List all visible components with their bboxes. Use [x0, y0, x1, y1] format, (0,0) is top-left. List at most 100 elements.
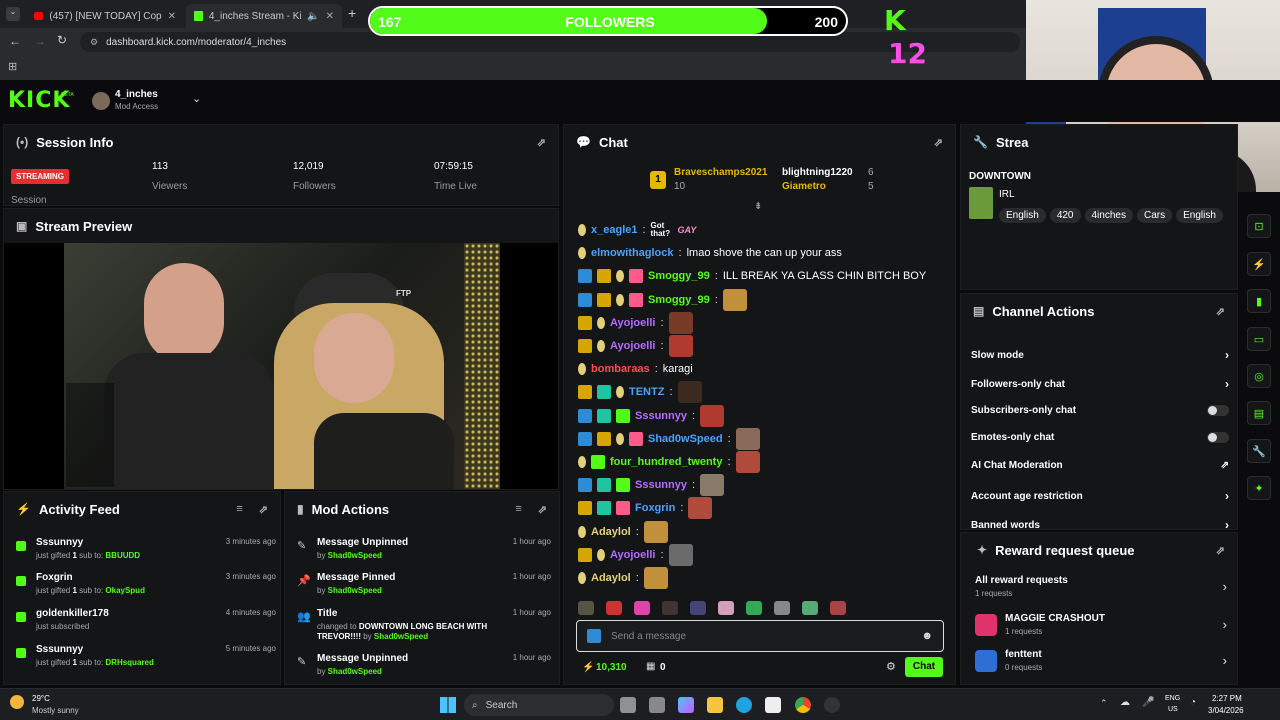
popout-icon[interactable]: ⇗: [259, 503, 268, 516]
chat-username[interactable]: Foxgrin: [635, 502, 675, 514]
chat-username[interactable]: TENTZ: [629, 386, 664, 398]
reward-row[interactable]: All reward requests 1 requests ›: [975, 575, 1227, 598]
apps-grid-icon[interactable]: ⊞: [8, 60, 17, 73]
ai-moderation-row[interactable]: AI Chat Moderation ⇗: [971, 460, 1229, 471]
obs-icon[interactable]: [824, 697, 840, 713]
chat-username[interactable]: Adaylol: [591, 572, 631, 584]
emote-icon[interactable]: [662, 601, 678, 615]
wifi-icon[interactable]: ◔: [1190, 697, 1196, 708]
chat-username[interactable]: Shad0wSpeed: [648, 433, 723, 445]
fullscreen-icon[interactable]: ⊡: [1247, 214, 1271, 238]
emote-icon[interactable]: [830, 601, 846, 615]
emote-icon[interactable]: [606, 601, 622, 615]
reload-icon[interactable]: ↻: [57, 33, 67, 47]
chat-username[interactable]: Ayojoelli: [610, 549, 655, 561]
channel-name[interactable]: 4_inches: [115, 89, 158, 100]
wrench-icon[interactable]: 🔧: [1247, 439, 1271, 463]
chat-settings-icon[interactable]: ⚙: [886, 660, 896, 673]
reward-icon[interactable]: ✦: [1247, 476, 1271, 500]
popout-icon[interactable]: ⇗: [538, 503, 547, 516]
tag-chip[interactable]: Cars: [1136, 208, 1173, 223]
account-age-row[interactable]: Account age restriction ›: [971, 489, 1229, 503]
chat-send-button[interactable]: Chat: [905, 657, 943, 677]
mod-name[interactable]: Shad0wSpeed: [374, 632, 428, 641]
bolt-icon[interactable]: ⚡: [1247, 252, 1271, 276]
clock-time[interactable]: 2:27 PM: [1212, 694, 1242, 703]
close-icon[interactable]: ✕: [168, 11, 176, 22]
chevron-right-icon[interactable]: ›: [1225, 518, 1229, 532]
gift-target[interactable]: DRHsquared: [105, 658, 153, 667]
external-link-icon[interactable]: ⇗: [1221, 460, 1229, 471]
emote-icon[interactable]: [634, 601, 650, 615]
store-icon[interactable]: [765, 697, 781, 713]
chat-input[interactable]: Send a message ☻: [576, 620, 944, 652]
tag-chip[interactable]: 420: [1049, 208, 1081, 223]
lang-region[interactable]: US: [1168, 706, 1178, 713]
chevron-right-icon[interactable]: ›: [1225, 377, 1229, 391]
windows-start-icon[interactable]: [440, 697, 456, 713]
tab-kick[interactable]: 4_inches Stream - Kick Dash 🔈 ✕: [186, 4, 342, 28]
filter-icon[interactable]: ≡: [515, 503, 521, 515]
close-icon[interactable]: ✕: [326, 11, 334, 22]
clock-date[interactable]: 3/04/2026: [1208, 706, 1244, 715]
chat-icon[interactable]: ▭: [1247, 327, 1271, 351]
chevron-right-icon[interactable]: ›: [1223, 653, 1227, 668]
gift-target[interactable]: BBUUDD: [105, 551, 140, 560]
weather-icon[interactable]: [10, 695, 24, 709]
video-player[interactable]: FTP: [64, 243, 500, 489]
chat-input-field[interactable]: Send a message: [611, 631, 686, 642]
reward-row[interactable]: MAGGIE CRASHOUT 1 requests ›: [975, 613, 1227, 636]
mic-icon[interactable]: 🎤: [1142, 697, 1154, 708]
chat-username[interactable]: elmowithaglock: [591, 247, 674, 259]
popout-icon[interactable]: ⇗: [1216, 305, 1225, 318]
emote-icon[interactable]: [578, 601, 594, 615]
gifter-name[interactable]: Braveschamps2021: [674, 167, 767, 178]
copilot-icon[interactable]: [678, 697, 694, 713]
category-name[interactable]: IRL: [999, 189, 1015, 200]
tag-chip[interactable]: English: [1176, 208, 1223, 223]
subscribers-only-toggle[interactable]: [1207, 405, 1229, 416]
chat-username[interactable]: Smoggy_99: [648, 270, 710, 282]
task-view-icon[interactable]: [620, 697, 636, 713]
chevron-right-icon[interactable]: ›: [1223, 579, 1227, 594]
emote-icon[interactable]: [746, 601, 762, 615]
emote-icon[interactable]: [690, 601, 706, 615]
points-icon[interactable]: ⚡: [582, 662, 594, 673]
emote-icon[interactable]: [718, 601, 734, 615]
file-explorer-icon[interactable]: [707, 697, 723, 713]
chevron-right-icon[interactable]: ›: [1223, 617, 1227, 632]
slow-mode-row[interactable]: Slow mode ›: [971, 348, 1229, 362]
followers-only-row[interactable]: Followers-only chat ›: [971, 377, 1229, 391]
avatar[interactable]: [92, 92, 110, 110]
chat-username[interactable]: four_hundred_twenty: [610, 456, 722, 468]
tray-overflow-icon[interactable]: ⌃: [1100, 698, 1108, 709]
chat-username[interactable]: Adaylol: [591, 526, 631, 538]
emoji-picker-icon[interactable]: ☻: [921, 630, 933, 642]
chevron-right-icon[interactable]: ›: [1225, 489, 1229, 503]
banned-words-row[interactable]: Banned words ›: [971, 518, 1229, 532]
site-info-icon[interactable]: ⚙: [90, 37, 98, 48]
gifter-name[interactable]: blightning1220: [782, 167, 853, 178]
tab-list-button[interactable]: ⌄: [6, 7, 20, 21]
chevron-right-icon[interactable]: ›: [1225, 348, 1229, 362]
expand-icon[interactable]: ⇟: [754, 201, 762, 212]
speaker-icon[interactable]: 🔈: [307, 11, 319, 22]
chat-username[interactable]: Smoggy_99: [648, 294, 710, 306]
gifter-name[interactable]: Giametro: [782, 181, 826, 192]
filter-icon[interactable]: ≡: [236, 503, 242, 515]
back-icon[interactable]: ←: [9, 34, 21, 48]
emotes-only-toggle[interactable]: [1207, 432, 1229, 443]
emote-icon[interactable]: [774, 601, 790, 615]
chat-username[interactable]: x_eagle1: [591, 224, 637, 236]
shield-icon[interactable]: ▮: [1247, 289, 1271, 313]
new-tab-button[interactable]: +: [348, 5, 356, 21]
tag-chip[interactable]: English: [999, 208, 1046, 223]
chat-username[interactable]: Ayojoelli: [610, 340, 655, 352]
chrome-icon[interactable]: [795, 697, 811, 713]
popout-icon[interactable]: ⇗: [1216, 544, 1225, 557]
taskbar-search[interactable]: ⌕ Search: [464, 694, 614, 716]
chat-username[interactable]: Ayojoelli: [610, 317, 655, 329]
gift-target[interactable]: OkaySpud: [105, 586, 145, 595]
popout-icon[interactable]: ⇗: [934, 136, 943, 149]
list-icon[interactable]: ▤: [1247, 401, 1271, 425]
